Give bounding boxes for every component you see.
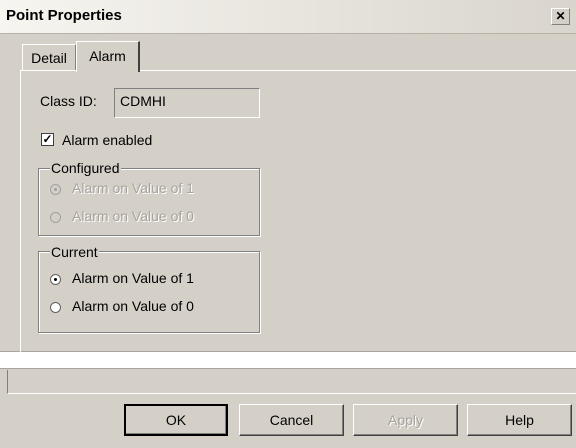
window-title: Point Properties bbox=[6, 7, 122, 24]
close-icon: ✕ bbox=[555, 9, 566, 23]
apply-button: Apply bbox=[353, 404, 458, 436]
tab-detail[interactable]: Detail bbox=[22, 44, 76, 70]
cancel-button[interactable]: Cancel bbox=[239, 404, 344, 436]
tab-alarm[interactable]: Alarm bbox=[76, 41, 140, 72]
tab-panel-bottom-edge bbox=[7, 370, 576, 394]
help-button[interactable]: Help bbox=[467, 404, 572, 436]
title-bar: Point Properties ✕ bbox=[0, 0, 576, 34]
close-button[interactable]: ✕ bbox=[551, 8, 570, 25]
alarm-tab-panel bbox=[20, 70, 576, 362]
ok-button[interactable]: OK bbox=[124, 404, 228, 436]
